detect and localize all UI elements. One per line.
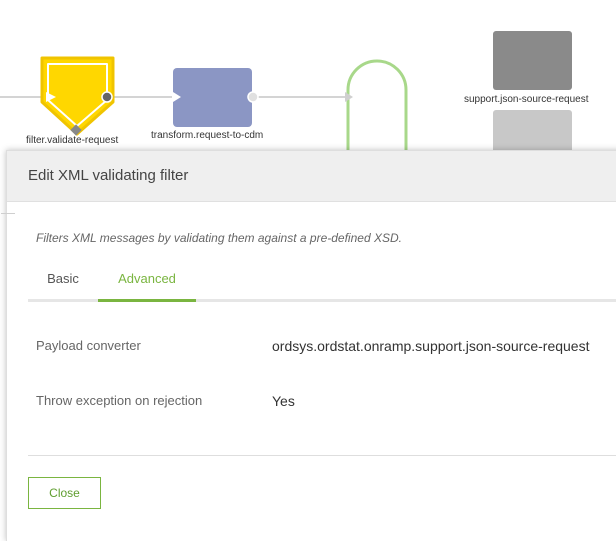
dialog-description: Filters XML messages by validating them …	[36, 231, 402, 245]
footer-divider	[28, 455, 616, 456]
dialog-divider	[1, 213, 15, 214]
filter-node-label: filter.validate-request	[26, 135, 119, 146]
output-port-icon	[101, 91, 113, 103]
throw-exception-label: Throw exception on rejection	[36, 393, 203, 408]
transform-node-label: transform.request-to-cdm	[151, 130, 264, 141]
dialog-title: Edit XML validating filter	[28, 167, 189, 184]
support-node-label: support.json-source-request	[464, 94, 589, 105]
throw-exception-value: Yes	[272, 393, 295, 409]
dialog-header: Edit XML validating filter	[7, 151, 616, 202]
tab-basic[interactable]: Basic	[28, 263, 98, 299]
output-port-icon	[247, 91, 259, 103]
payload-converter-value: ordsys.ordstat.onramp.support.json-sourc…	[272, 338, 590, 354]
tab-bar: Basic Advanced	[28, 263, 616, 302]
tab-advanced[interactable]: Advanced	[98, 263, 196, 302]
transform-node[interactable]	[173, 68, 259, 127]
filter-node[interactable]	[40, 56, 115, 136]
edit-filter-dialog: Edit XML validating filter Filters XML m…	[1, 150, 616, 541]
support-node[interactable]	[493, 31, 572, 90]
payload-converter-label: Payload converter	[36, 338, 141, 353]
loop-node[interactable]	[345, 59, 408, 160]
close-button[interactable]: Close	[28, 477, 101, 509]
